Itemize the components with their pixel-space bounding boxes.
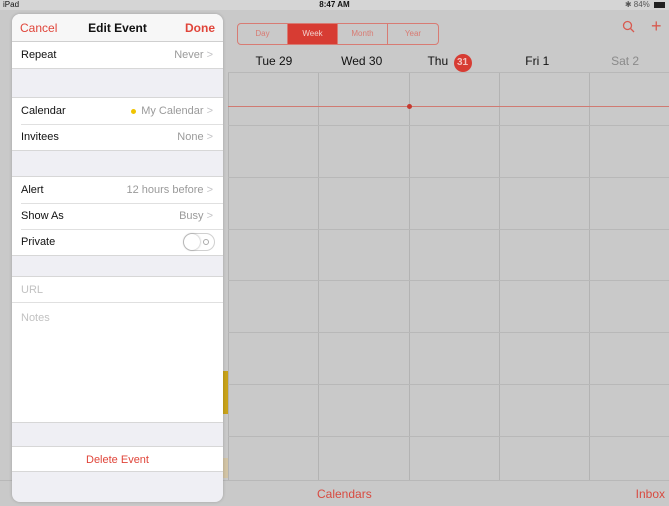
tab-week[interactable]: Week — [288, 24, 338, 44]
status-time: 8:47 AM — [319, 0, 350, 9]
tab-year[interactable]: Year — [388, 24, 438, 44]
tab-day[interactable]: Day — [238, 24, 288, 44]
private-toggle[interactable] — [183, 233, 215, 251]
day-header[interactable]: Fri 1 — [493, 48, 581, 74]
status-bar: iPad 8:47 AM ✱ 84% — [0, 0, 669, 10]
tab-month[interactable]: Month — [338, 24, 388, 44]
calendar-group: Calendar My Calendar > Invitees None > — [12, 97, 223, 151]
chevron-right-icon: > — [206, 105, 213, 117]
done-button[interactable]: Done — [185, 21, 215, 35]
calendar-grid[interactable] — [228, 72, 669, 480]
battery-icon — [654, 1, 665, 8]
private-row: Private — [12, 229, 223, 255]
delete-event-button[interactable]: Delete Event — [12, 446, 223, 472]
edit-event-popover: Cancel Edit Event Done Repeat Never > Cal… — [12, 14, 223, 502]
notes-field[interactable]: Notes — [12, 303, 223, 422]
url-field[interactable]: URL — [12, 277, 223, 303]
toggle-off-icon — [203, 239, 209, 245]
alert-group: Alert 12 hours before > Show As Busy > Pri… — [12, 176, 223, 256]
show-as-value: Busy — [179, 210, 204, 222]
inbox-button[interactable]: Inbox — [636, 487, 665, 501]
alert-row[interactable]: Alert 12 hours before > — [12, 177, 223, 203]
calendar-row[interactable]: Calendar My Calendar > — [12, 98, 223, 124]
url-notes-group: URL Notes — [12, 276, 223, 423]
repeat-group: Repeat Never > — [12, 42, 223, 69]
calendar-color-dot — [131, 108, 137, 114]
show-as-row[interactable]: Show As Busy > — [12, 203, 223, 229]
today-badge: 31 — [453, 54, 472, 72]
view-segmented-control: Day Week Month Year — [237, 23, 439, 45]
battery-status: ✱ 84% — [625, 0, 665, 9]
chevron-right-icon: > — [206, 184, 213, 196]
day-header[interactable]: Wed 30 — [318, 48, 406, 74]
repeat-value: Never — [174, 49, 204, 61]
add-event-icon[interactable]: + — [651, 16, 662, 37]
alert-value: 12 hours before — [126, 184, 204, 196]
invitees-row[interactable]: Invitees None > — [12, 124, 223, 150]
search-icon[interactable] — [622, 20, 635, 37]
chevron-right-icon: > — [206, 49, 213, 61]
day-header[interactable]: Sat 2 — [581, 48, 669, 74]
battery-percent: 84% — [633, 0, 650, 9]
toggle-knob — [184, 234, 200, 250]
current-time-dot — [407, 104, 412, 109]
chevron-right-icon: > — [206, 210, 213, 222]
calendars-button[interactable]: Calendars — [317, 487, 372, 501]
chevron-right-icon: > — [206, 131, 213, 143]
day-header-today[interactable]: Thu 31 — [406, 48, 494, 74]
day-headers: Tue 29 Wed 30 Thu 31 Fri 1 Sat 2 — [230, 48, 669, 74]
calendar-value: My Calendar — [141, 105, 204, 117]
bluetooth-icon: ✱ — [624, 0, 632, 9]
day-header[interactable]: Tue 29 — [230, 48, 318, 74]
popover-header: Cancel Edit Event Done — [12, 14, 223, 42]
repeat-row[interactable]: Repeat Never > — [12, 42, 223, 68]
invitees-value: None — [177, 131, 204, 143]
current-time-line — [228, 106, 669, 107]
